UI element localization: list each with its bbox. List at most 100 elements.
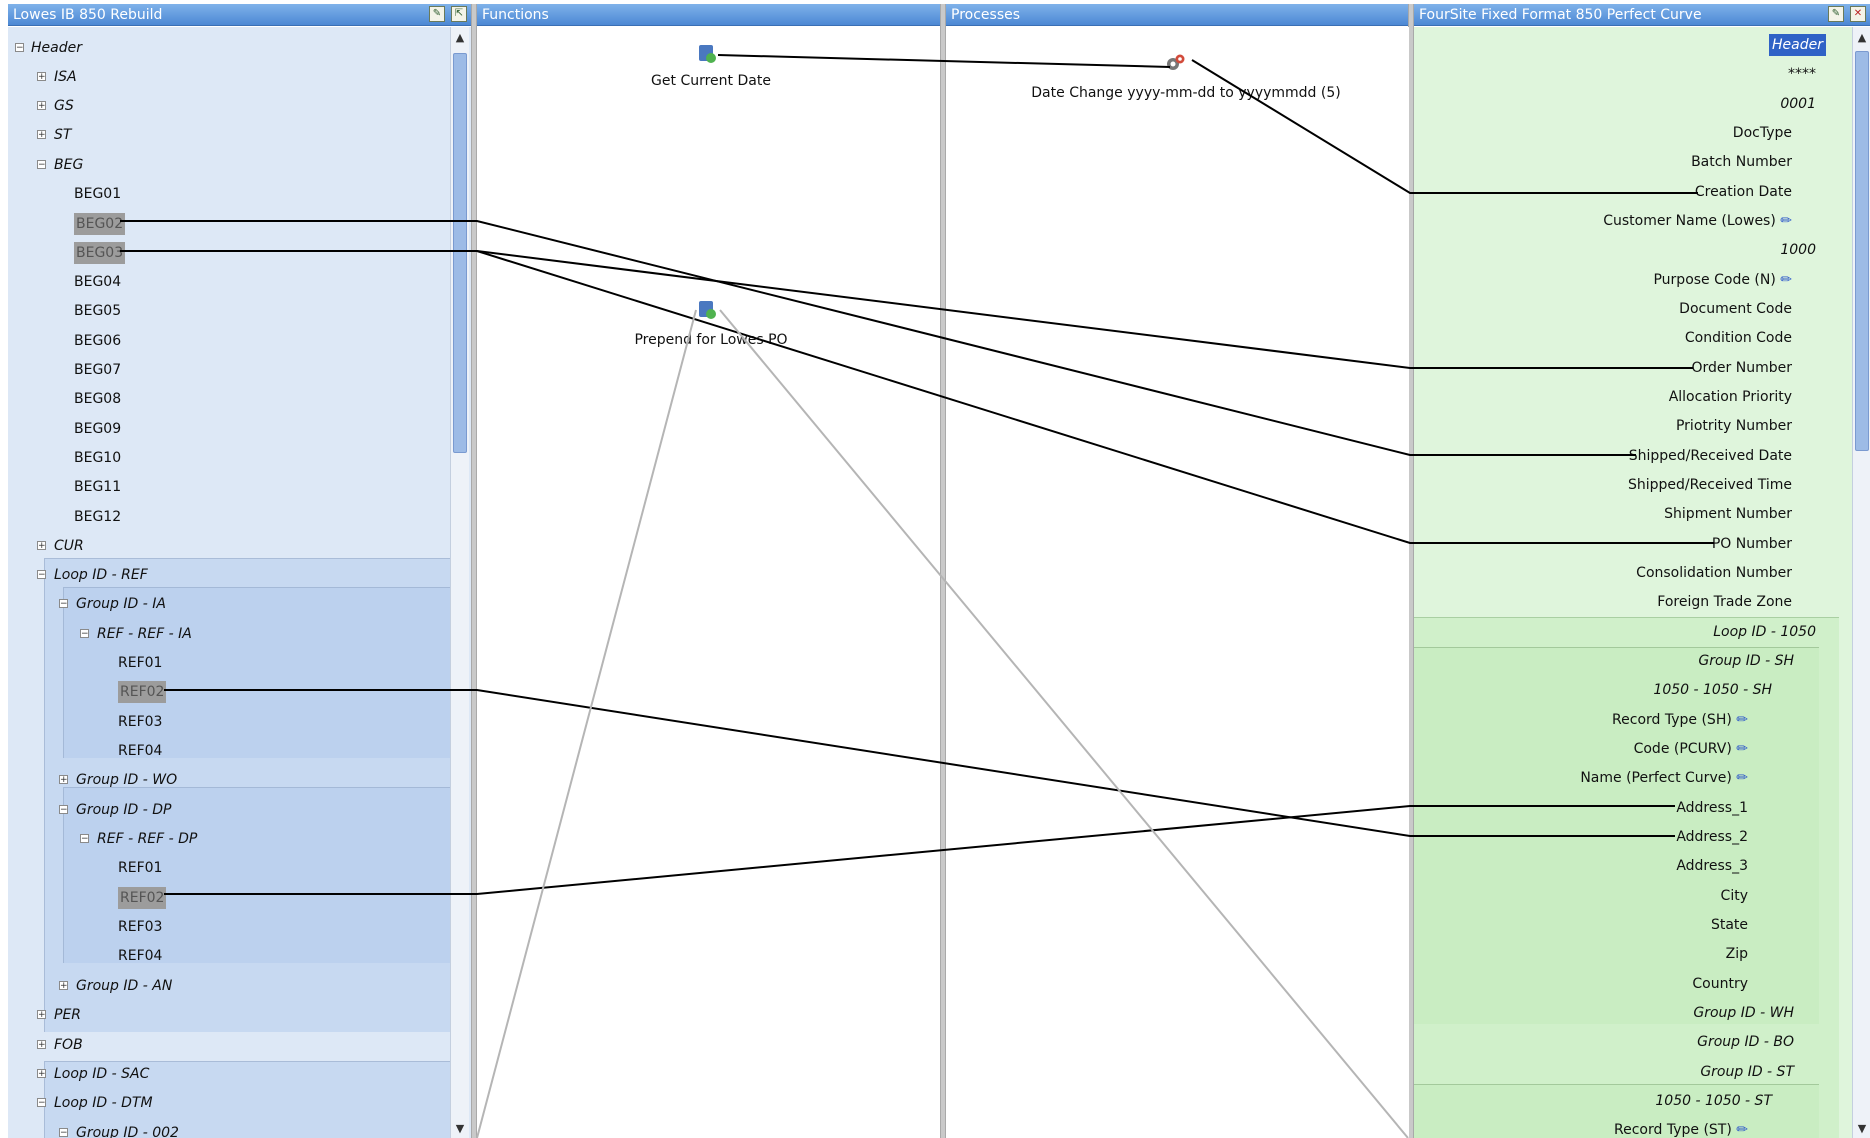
target-node-1050-sh[interactable]: 1050 - 1050 - SH <box>1653 679 1772 701</box>
target-field-creation-date[interactable]: Creation Date <box>1695 181 1792 203</box>
target-node-loop-1050[interactable]: Loop ID - 1050 <box>1713 621 1816 643</box>
target-field-order-number[interactable]: Order Number <box>1692 357 1792 379</box>
source-node-group-002[interactable]: Group ID - 002 <box>76 1122 179 1138</box>
target-node-1000[interactable]: 1000 <box>1780 239 1816 261</box>
edit-icon[interactable]: ✎ <box>429 6 445 22</box>
target-field-address-1[interactable]: Address_1 <box>1676 797 1748 819</box>
collapse-icon[interactable]: − <box>37 160 46 170</box>
target-field-purpose-code[interactable]: Purpose Code (N) ✏ <box>1653 269 1792 291</box>
target-field-customer-name[interactable]: Customer Name (Lowes) ✏ <box>1603 210 1792 232</box>
source-field-ref04-ia[interactable]: REF04 <box>118 740 162 762</box>
target-field-zip[interactable]: Zip <box>1726 943 1748 965</box>
collapse-icon[interactable]: − <box>37 570 46 580</box>
target-field-allocation-priority[interactable]: Allocation Priority <box>1669 386 1792 408</box>
source-node-per[interactable]: PER <box>54 1004 81 1026</box>
target-field-address-2[interactable]: Address_2 <box>1676 826 1748 848</box>
target-field-record-type-st[interactable]: Record Type (ST) ✏ <box>1614 1119 1748 1138</box>
expand-icon[interactable]: + <box>37 101 46 111</box>
target-field-batch-number[interactable]: Batch Number <box>1691 151 1792 173</box>
expand-icon[interactable]: + <box>37 541 46 551</box>
source-node-group-ia[interactable]: Group ID - IA <box>76 593 166 615</box>
target-field-code-pcurv[interactable]: Code (PCURV) ✏ <box>1634 738 1748 760</box>
source-field-beg05[interactable]: BEG05 <box>74 300 121 322</box>
source-field-beg02[interactable]: BEG02 <box>74 213 126 235</box>
collapse-icon[interactable]: − <box>80 834 89 844</box>
scroll-down-icon[interactable]: ▼ <box>452 1120 468 1138</box>
source-node-ref-dp[interactable]: REF - REF - DP <box>97 828 197 850</box>
source-field-beg01[interactable]: BEG01 <box>74 183 121 205</box>
scroll-down-icon[interactable]: ▼ <box>1854 1120 1870 1138</box>
pencil-icon[interactable]: ✏ <box>1736 741 1748 757</box>
source-node-loop-dtm[interactable]: Loop ID - DTM <box>54 1092 153 1114</box>
source-scrollbar[interactable]: ▲ ▼ <box>450 27 469 1138</box>
source-field-beg11[interactable]: BEG11 <box>74 476 121 498</box>
target-field-foreign-trade-zone[interactable]: Foreign Trade Zone <box>1657 591 1792 613</box>
target-node-1050-st[interactable]: 1050 - 1050 - ST <box>1655 1090 1772 1112</box>
source-field-beg10[interactable]: BEG10 <box>74 447 121 469</box>
source-node-gs[interactable]: GS <box>54 95 74 117</box>
source-field-ref01-dp[interactable]: REF01 <box>118 857 162 879</box>
pencil-icon[interactable]: ✏ <box>1780 213 1792 229</box>
target-node-group-bo[interactable]: Group ID - BO <box>1697 1031 1794 1053</box>
target-field-shipped-received-time[interactable]: Shipped/Received Time <box>1628 474 1792 496</box>
function-prepend-lowes-po[interactable]: Prepend for Lowes PO <box>611 332 811 348</box>
source-field-ref02-dp[interactable]: REF02 <box>118 887 167 909</box>
target-node-group-wh[interactable]: Group ID - WH <box>1693 1002 1794 1024</box>
target-node-header[interactable]: Header <box>1769 34 1826 56</box>
target-scrollbar[interactable]: ▲ ▼ <box>1852 27 1870 1138</box>
expand-icon[interactable]: + <box>59 981 68 991</box>
source-node-beg[interactable]: BEG <box>54 154 83 176</box>
scrollbar-thumb[interactable] <box>1855 51 1869 451</box>
source-node-isa[interactable]: ISA <box>54 66 77 88</box>
collapse-icon[interactable]: − <box>59 1128 68 1138</box>
source-field-beg08[interactable]: BEG08 <box>74 388 121 410</box>
pencil-icon[interactable]: ✏ <box>1736 712 1748 728</box>
target-field-name-perfect-curve[interactable]: Name (Perfect Curve) ✏ <box>1580 767 1748 789</box>
target-field-doctype[interactable]: DocType <box>1733 122 1792 144</box>
expand-icon[interactable]: + <box>37 72 46 82</box>
source-field-beg12[interactable]: BEG12 <box>74 506 121 528</box>
source-node-fob[interactable]: FOB <box>54 1034 83 1056</box>
pencil-icon[interactable]: ✏ <box>1736 1122 1748 1138</box>
source-field-ref03-ia[interactable]: REF03 <box>118 711 162 733</box>
gear-icon[interactable] <box>1164 52 1186 74</box>
source-field-beg09[interactable]: BEG09 <box>74 418 121 440</box>
target-field-document-code[interactable]: Document Code <box>1679 298 1792 320</box>
collapse-icon[interactable]: − <box>59 599 68 609</box>
export-icon[interactable]: ⇱ <box>451 6 467 22</box>
target-node-group-st[interactable]: Group ID - ST <box>1700 1061 1794 1083</box>
source-node-cur[interactable]: CUR <box>54 535 84 557</box>
source-field-beg03[interactable]: BEG03 <box>74 242 126 264</box>
target-field-city[interactable]: City <box>1721 885 1748 907</box>
source-node-ref-ia[interactable]: REF - REF - IA <box>97 623 192 645</box>
pencil-icon[interactable]: ✏ <box>1780 272 1792 288</box>
source-field-beg06[interactable]: BEG06 <box>74 330 121 352</box>
expand-icon[interactable]: + <box>37 1069 46 1079</box>
target-field-state[interactable]: State <box>1711 914 1748 936</box>
source-field-beg04[interactable]: BEG04 <box>74 271 121 293</box>
function-get-current-date[interactable]: Get Current Date <box>631 73 791 89</box>
target-field-address-3[interactable]: Address_3 <box>1676 855 1748 877</box>
source-field-ref03-dp[interactable]: REF03 <box>118 916 162 938</box>
expand-icon[interactable]: + <box>37 1040 46 1050</box>
source-node-st[interactable]: ST <box>54 124 71 146</box>
source-node-header[interactable]: Header <box>31 37 82 59</box>
source-node-group-an[interactable]: Group ID - AN <box>76 975 172 997</box>
collapse-icon[interactable]: − <box>80 629 89 639</box>
target-field-country[interactable]: Country <box>1692 973 1748 995</box>
target-field-shipped-received-date[interactable]: Shipped/Received Date <box>1629 445 1792 467</box>
target-field-condition-code[interactable]: Condition Code <box>1685 327 1792 349</box>
function-icon[interactable] <box>696 299 718 321</box>
source-node-loop-sac[interactable]: Loop ID - SAC <box>54 1063 149 1085</box>
source-field-beg07[interactable]: BEG07 <box>74 359 121 381</box>
source-node-group-wo[interactable]: Group ID - WO <box>76 769 177 791</box>
collapse-icon[interactable]: − <box>59 805 68 815</box>
expand-icon[interactable]: + <box>59 775 68 785</box>
scrollbar-thumb[interactable] <box>453 53 467 453</box>
source-node-group-dp[interactable]: Group ID - DP <box>76 799 171 821</box>
scroll-up-icon[interactable]: ▲ <box>1854 29 1870 47</box>
source-field-ref01-ia[interactable]: REF01 <box>118 652 162 674</box>
target-field-consolidation-number[interactable]: Consolidation Number <box>1636 562 1792 584</box>
source-field-ref02-ia[interactable]: REF02 <box>118 681 167 703</box>
target-node-0001[interactable]: 0001 <box>1780 93 1816 115</box>
